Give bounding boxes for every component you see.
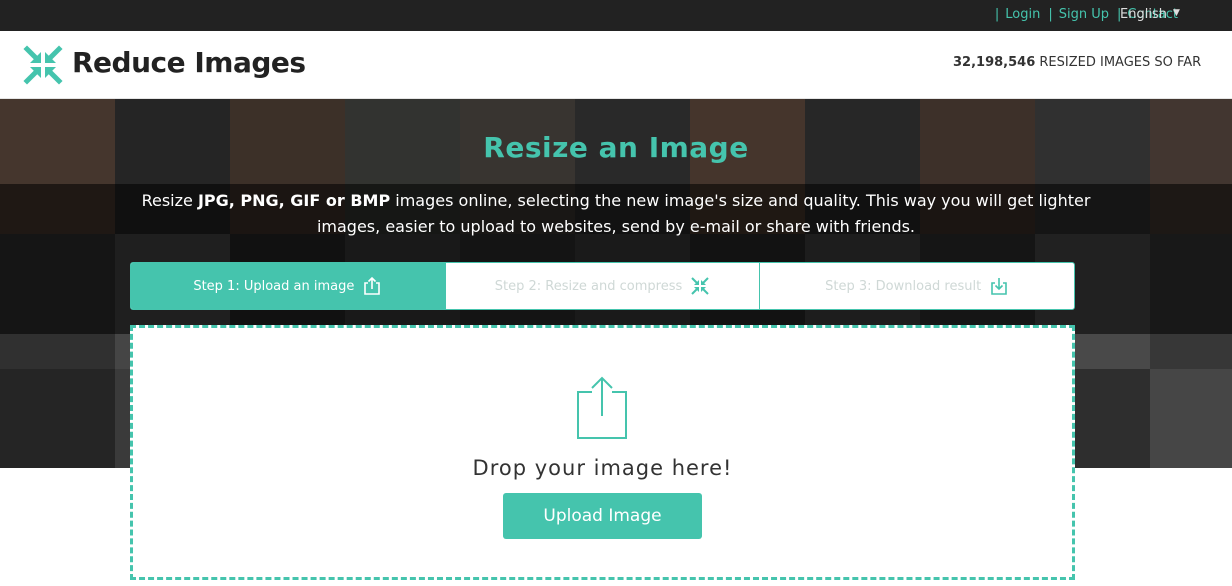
chevron-down-icon[interactable]: ▼ [1173, 8, 1180, 18]
step-label: Step 1: Upload an image [193, 278, 355, 294]
step-download[interactable]: Step 3: Download result [759, 263, 1074, 309]
step-label: Step 2: Resize and compress [494, 278, 683, 294]
separator: | [1048, 7, 1053, 22]
drop-instruction: Drop your image here! [472, 456, 733, 480]
share-upload-icon [577, 376, 627, 439]
separator: | [994, 7, 1000, 22]
signup-link[interactable]: Sign Up [1059, 7, 1109, 22]
top-bar: | Login | Sign Up | Contact English ▼ [0, 0, 1232, 31]
step-tabs: Step 1: Upload an image Step 2: Resize a… [130, 262, 1075, 310]
step-upload[interactable]: Step 1: Upload an image [131, 263, 445, 309]
language-select[interactable]: English [1120, 7, 1167, 22]
resize-counter: 32,198,546 RESIZED IMAGES SO FAR [953, 55, 1201, 70]
login-link[interactable]: Login [1005, 7, 1040, 22]
site-header: Reduce Images 32,198,546 RESIZED IMAGES … [0, 31, 1232, 99]
page-title: Resize an Image [483, 131, 749, 164]
step-label: Step 3: Download result [825, 278, 982, 294]
compress-icon [691, 277, 709, 295]
hero-description: Resize JPG, PNG, GIF or BMP images onlin… [141, 191, 1091, 236]
upload-icon [364, 276, 381, 295]
download-icon [991, 278, 1008, 295]
step-resize[interactable]: Step 2: Resize and compress [444, 263, 760, 309]
drop-zone[interactable]: Drop your image here! Upload Image [130, 325, 1075, 580]
compress-arrows-icon[interactable] [22, 44, 64, 86]
upload-image-button[interactable]: Upload Image [503, 493, 702, 539]
supported-formats: JPG, PNG, GIF or BMP [197, 191, 391, 210]
site-logo[interactable]: Reduce Images [72, 46, 306, 79]
counter-value: 32,198,546 [953, 55, 1036, 70]
counter-suffix: RESIZED IMAGES SO FAR [1039, 55, 1202, 70]
